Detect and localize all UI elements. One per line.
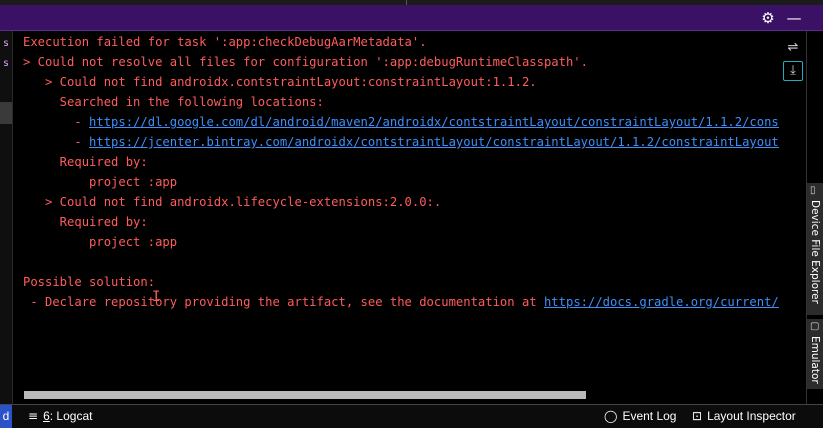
- device-icon: ▯: [810, 185, 816, 196]
- console-line: Searched in the following locations:: [23, 95, 324, 109]
- console-link[interactable]: https://dl.google.com/dl/android/maven2/…: [89, 115, 779, 129]
- scroll-to-end-icon[interactable]: ⤓: [783, 61, 803, 81]
- emulator-label: Emulator: [809, 336, 821, 384]
- minimize-icon[interactable]: —: [786, 10, 802, 26]
- console-line: Required by:: [23, 155, 148, 169]
- device-file-explorer-label: Device File Explorer: [809, 200, 821, 304]
- gutter-mark: s: [2, 38, 10, 49]
- console-line: Execution failed for task ':app:checkDeb…: [23, 35, 427, 49]
- logcat-number: 6: [43, 409, 50, 423]
- console-line-prefix: -: [23, 115, 90, 129]
- console-line: Required by:: [23, 215, 148, 229]
- device-file-explorer-tab[interactable]: ▯ Device File Explorer: [807, 183, 823, 315]
- gutter-selection: [0, 102, 12, 124]
- event-log-label: Event Log: [622, 409, 677, 423]
- build-output-console[interactable]: Execution failed for task ':app:checkDeb…: [13, 31, 779, 386]
- console-line: - https://jcenter.bintray.com/androidx/c…: [23, 132, 779, 152]
- tool-window-header: ⚙ —: [0, 5, 823, 31]
- horizontal-scrollbar[interactable]: [24, 391, 586, 399]
- soft-wrap-icon[interactable]: ⇌: [784, 39, 802, 57]
- emulator-icon: ▢: [810, 321, 820, 332]
- console-line: Possible solution:: [23, 275, 156, 289]
- console-line-prefix: - Declare repository providing the artif…: [23, 295, 544, 309]
- layout-inspector-button[interactable]: ⊡ Layout Inspector: [692, 408, 796, 425]
- console-link[interactable]: https://jcenter.bintray.com/androidx/con…: [89, 135, 779, 149]
- console-line: project :app: [23, 235, 178, 249]
- status-bar: d ≡ 6: Logcat ◯ Event Log ⊡ Layout Inspecto…: [0, 404, 823, 428]
- console-line-prefix: -: [23, 135, 90, 149]
- layout-inspector-label: Layout Inspector: [707, 409, 796, 423]
- gear-icon[interactable]: ⚙: [760, 10, 776, 26]
- text-cursor: I: [152, 289, 161, 305]
- layout-inspector-icon: ⊡: [692, 409, 703, 423]
- console-line: - Declare repository providing the artif…: [23, 292, 779, 312]
- gutter-mark: s: [2, 58, 10, 69]
- right-tool-strip: ▯ Device File Explorer ▢ Emulator: [806, 31, 823, 404]
- logcat-tab[interactable]: ≡ 6: Logcat: [28, 408, 92, 425]
- console-link[interactable]: https://docs.gradle.org/current/userg: [544, 295, 779, 309]
- left-gutter: s s: [0, 31, 13, 404]
- logcat-label: : Logcat: [49, 409, 93, 423]
- speech-bubble-icon: ◯: [604, 409, 618, 423]
- console-line: - https://dl.google.com/dl/android/maven…: [23, 112, 779, 132]
- console-line: project :app: [23, 175, 178, 189]
- build-tab-fragment[interactable]: d: [0, 405, 12, 428]
- console-line: > Could not resolve all files for config…: [23, 55, 588, 69]
- console-line: > Could not find androidx.contstraintLay…: [23, 75, 537, 89]
- event-log-button[interactable]: ◯ Event Log: [604, 408, 676, 425]
- console-line: > Could not find androidx.lifecycle-exte…: [23, 195, 442, 209]
- emulator-tab[interactable]: ▢ Emulator: [807, 319, 823, 389]
- logcat-icon: ≡: [28, 409, 39, 423]
- console-toolbar: ⇌ ⤓: [779, 31, 806, 404]
